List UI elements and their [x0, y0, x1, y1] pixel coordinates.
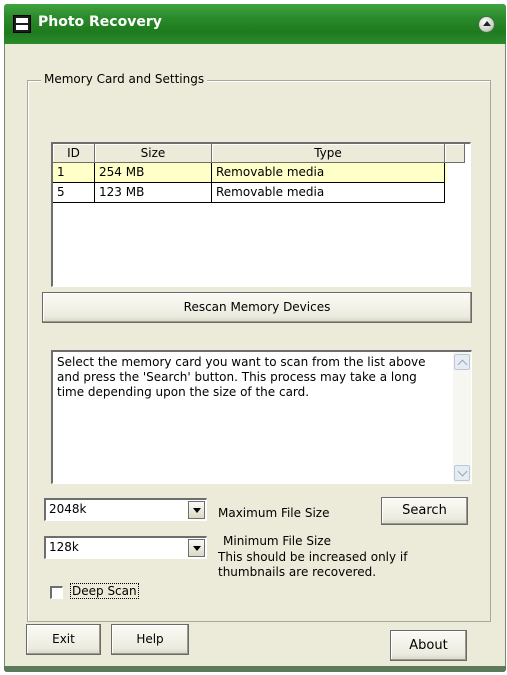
column-header-id[interactable]: ID — [53, 144, 95, 163]
max-size-select[interactable]: 2048k — [44, 498, 207, 521]
device-id: 5 — [53, 183, 95, 203]
device-type: Removable media — [212, 163, 445, 183]
column-header-size[interactable]: Size — [95, 144, 212, 163]
max-size-label: Maximum File Size — [218, 506, 330, 520]
info-textbox: Select the memory card you want to scan … — [51, 350, 472, 484]
min-size-value: 128k — [49, 540, 79, 554]
device-row[interactable]: 1 254 MB Removable media — [53, 163, 447, 183]
scroll-up-icon[interactable] — [454, 354, 470, 370]
device-type: Removable media — [212, 183, 445, 203]
column-header-type[interactable]: Type — [212, 144, 445, 163]
window-bottom-edge — [4, 666, 506, 672]
min-size-note-line1: This should be increased only if — [218, 550, 408, 564]
help-button[interactable]: Help — [111, 624, 189, 655]
exit-button[interactable]: Exit — [26, 624, 101, 655]
max-size-value: 2048k — [49, 502, 87, 516]
min-size-select[interactable]: 128k — [44, 536, 207, 559]
device-list[interactable]: ID Size Type 1 254 MB Removable media 5 … — [51, 142, 471, 287]
device-size: 123 MB — [95, 183, 212, 203]
info-text: Select the memory card you want to scan … — [57, 355, 426, 399]
about-button[interactable]: About — [390, 630, 467, 661]
groupbox-label: Memory Card and Settings — [41, 72, 208, 86]
min-size-note-line2: thumbnails are recovered. — [218, 565, 377, 579]
deep-scan-checkbox[interactable] — [50, 586, 63, 599]
photo-recovery-window: Photo Recovery Memory Card and Settings … — [4, 4, 506, 672]
min-size-label: Minimum File Size — [223, 534, 331, 548]
device-size: 254 MB — [95, 163, 212, 183]
info-scrollbar[interactable] — [453, 352, 471, 483]
scroll-down-icon[interactable] — [454, 465, 470, 481]
title-bar[interactable]: Photo Recovery — [4, 4, 506, 44]
chevron-down-icon[interactable] — [188, 501, 205, 519]
device-id: 1 — [53, 163, 95, 183]
chevron-down-icon[interactable] — [188, 539, 205, 557]
app-icon — [13, 15, 31, 33]
deep-scan-label[interactable]: Deep Scan — [70, 583, 139, 599]
search-button[interactable]: Search — [381, 497, 468, 525]
device-row[interactable]: 5 123 MB Removable media — [53, 183, 447, 203]
column-header-filler — [445, 144, 465, 163]
rescan-button[interactable]: Rescan Memory Devices — [42, 292, 472, 323]
collapse-icon[interactable] — [478, 16, 495, 33]
window-title: Photo Recovery — [38, 14, 162, 30]
